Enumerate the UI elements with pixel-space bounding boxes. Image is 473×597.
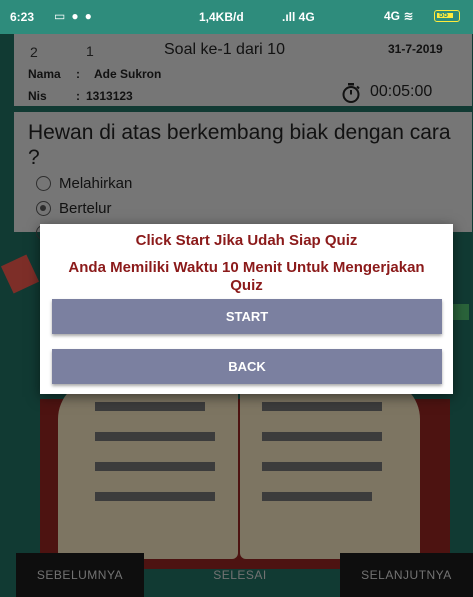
circle-icon: ●: [84, 9, 98, 23]
start-quiz-dialog: Click Start Jika Udah Siap Quiz Anda Mem…: [40, 224, 453, 394]
wifi-icon: ≋: [400, 9, 414, 23]
status-time: 6:23: [10, 10, 35, 24]
dialog-title: Click Start Jika Udah Siap Quiz: [135, 232, 358, 249]
notification-icons: ▭●●: [54, 9, 98, 23]
signal-4g: .ıll 4G: [282, 10, 315, 24]
signal-bars-icon: .ıll: [282, 10, 299, 24]
circle-icon: ●: [71, 9, 85, 23]
signal-4g-2: 4G ≋: [384, 9, 414, 23]
start-button[interactable]: START: [52, 299, 442, 334]
battery-icon: 55: [434, 10, 460, 22]
network-speed: 1,4KB/d: [199, 10, 244, 24]
dialog-message: Anda Memiliki Waktu 10 Menit Untuk Menge…: [68, 259, 425, 294]
back-button[interactable]: BACK: [52, 349, 442, 384]
gallery-icon: ▭: [54, 9, 72, 23]
status-bar: 6:23 ▭●● 1,4KB/d .ıll 4G 4G ≋ 55: [0, 0, 473, 34]
